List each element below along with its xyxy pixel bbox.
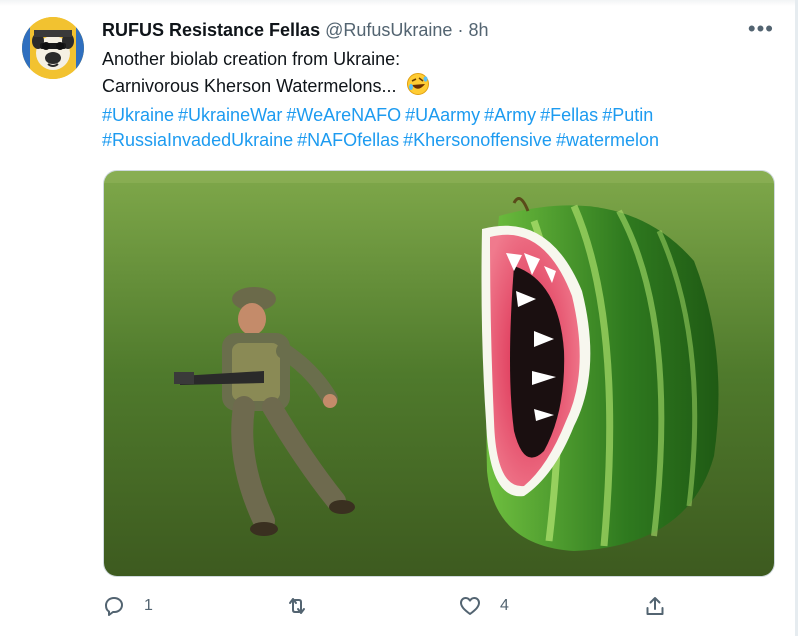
hashtag-link[interactable]: #watermelon — [556, 130, 659, 150]
more-options-icon[interactable]: ••• — [748, 18, 774, 40]
hashtag-link[interactable]: #Putin — [602, 105, 653, 125]
hashtag-link[interactable]: #NAFOfellas — [297, 130, 399, 150]
like-button[interactable]: 4 — [458, 594, 509, 618]
share-button[interactable] — [643, 594, 667, 618]
hashtag-link[interactable]: #UAarmy — [405, 105, 480, 125]
share-icon — [646, 597, 664, 615]
hashtag-link[interactable]: #WeAreNAFO — [286, 105, 401, 125]
hashtags-row-2: #RussiaInvadedUkraine #NAFOfellas #Kherson… — [102, 128, 772, 153]
tweet-text: Another biolab creation from Ukraine: Ca… — [102, 47, 762, 103]
rolling-on-floor-laughing-emoji-icon — [406, 72, 430, 103]
hashtags-row-1: #Ukraine #UkraineWar #WeAreNAFO #UAarmy #Arm… — [102, 103, 772, 128]
tweet-time[interactable]: 8h — [468, 20, 488, 40]
hashtags: #Ukraine #UkraineWar #WeAreNAFO #UAarmy #Arm… — [102, 103, 772, 153]
watermelon-monster-illustration — [104, 171, 774, 576]
hashtag-link[interactable]: #RussiaInvadedUkraine — [102, 130, 293, 150]
pug-avatar-image — [22, 17, 84, 79]
hashtag-link[interactable]: #Ukraine — [102, 105, 174, 125]
avatar[interactable] — [22, 17, 84, 79]
tweet-text-line-1: Another biolab creation from Ukraine: — [102, 49, 401, 69]
reply-icon — [105, 597, 123, 616]
hashtag-link[interactable]: #Army — [484, 105, 536, 125]
tweet-actions: 1 4 — [102, 594, 702, 620]
header-separator: · — [457, 20, 464, 40]
hashtag-link[interactable]: #Fellas — [540, 105, 598, 125]
hashtag-link[interactable]: #Khersonoffensive — [403, 130, 552, 150]
retweet-button[interactable] — [285, 594, 309, 618]
tweet-media-image[interactable] — [103, 170, 775, 577]
hashtag-link[interactable]: #UkraineWar — [178, 105, 282, 125]
top-edge-divider — [0, 0, 798, 6]
author-name[interactable]: RUFUS Resistance Fellas — [102, 20, 320, 40]
like-count: 4 — [500, 597, 509, 614]
tweet-text-line-2: Carnivorous Kherson Watermelons... — [102, 72, 762, 103]
tweet-header: RUFUS Resistance Fellas @RufusUkraine · … — [102, 20, 489, 41]
tweet-text-line-2-content: Carnivorous Kherson Watermelons... — [102, 76, 397, 96]
reply-count: 1 — [144, 597, 153, 614]
heart-icon — [460, 597, 480, 615]
author-handle[interactable]: @RufusUkraine — [325, 20, 452, 40]
reply-button[interactable]: 1 — [102, 594, 153, 618]
retweet-icon — [289, 598, 305, 614]
